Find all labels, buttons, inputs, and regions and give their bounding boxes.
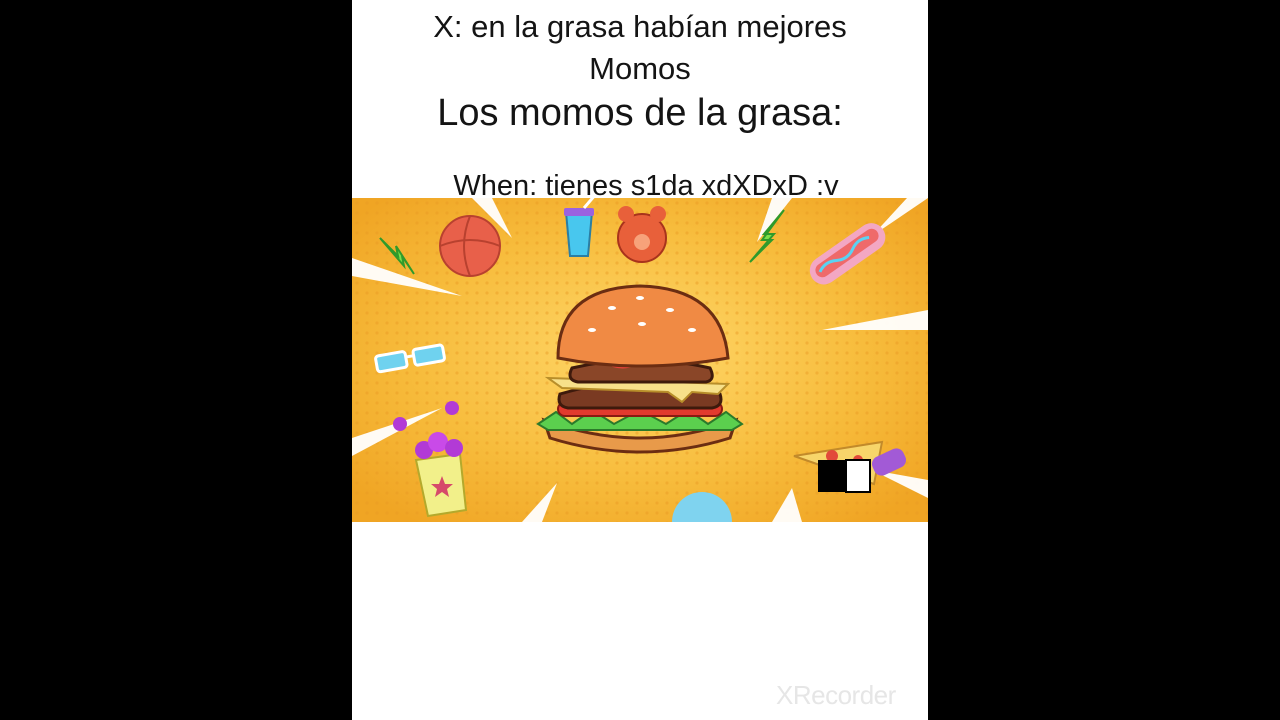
basketball-icon (439, 215, 501, 277)
teddy-bear-icon (617, 206, 667, 263)
meme-frame: X: en la grasa habían mejores Momos Los … (352, 0, 928, 720)
caption-line-2: Momos (589, 51, 691, 86)
caption-line-1: X: en la grasa habían mejores (433, 9, 847, 44)
watermark-text: XRecorder (776, 680, 896, 710)
channel-logo (818, 459, 871, 493)
caption-line-3: Los momos de la grasa: (437, 92, 843, 134)
cartoon-banner-image (352, 198, 928, 522)
